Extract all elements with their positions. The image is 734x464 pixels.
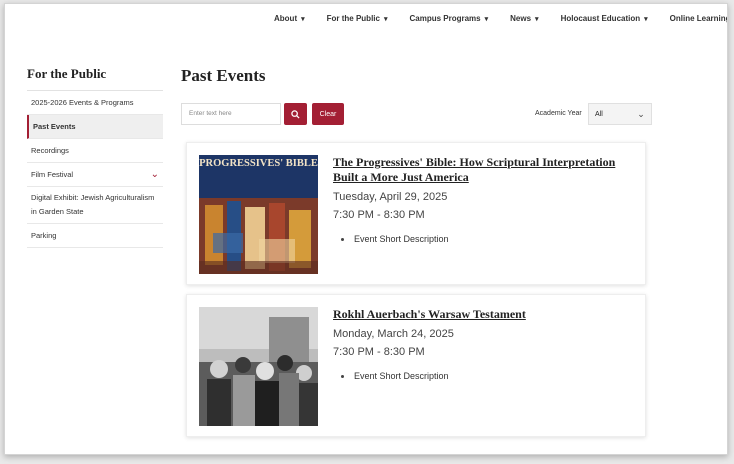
academic-year-value: All	[595, 110, 603, 118]
academic-year-label: Academic Year	[535, 110, 582, 117]
event-description: Event Short Description	[341, 234, 635, 244]
bullet-icon	[341, 374, 344, 378]
event-title-link[interactable]: The Progressives' Bible: How Scriptural …	[333, 155, 635, 185]
sidebar-item-label: Digital Exhibit: Jewish Agriculturalism …	[31, 193, 155, 216]
sidebar-item-label: Recordings	[31, 145, 69, 155]
event-time: 7:30 PM - 8:30 PM	[333, 346, 425, 358]
sidebar-item-film-festival[interactable]: Film Festival ⌄	[27, 163, 163, 187]
search-button[interactable]	[284, 103, 307, 125]
event-title-link[interactable]: Rokhl Auerbach's Warsaw Testament	[333, 307, 635, 322]
nav-campus-programs[interactable]: Campus Programs ▾	[398, 14, 499, 23]
sidebar-item-past-events[interactable]: Past Events	[27, 115, 163, 139]
event-body: Rokhl Auerbach's Warsaw Testament Monday…	[333, 307, 635, 381]
search-icon	[291, 109, 300, 119]
clear-button[interactable]: Clear	[312, 103, 344, 125]
sidebar-item-label: 2025-2026 Events & Programs	[31, 97, 134, 107]
nav-label: For the Public	[326, 14, 380, 23]
event-description-text: Event Short Description	[354, 371, 449, 381]
chevron-down-icon: ▾	[383, 15, 388, 23]
event-body: The Progressives' Bible: How Scriptural …	[333, 155, 635, 244]
sidebar-item-recordings[interactable]: Recordings	[27, 139, 163, 163]
chevron-down-icon: ▾	[301, 15, 305, 23]
nav-label: About	[274, 14, 298, 23]
sidebar-item-digital-exhibit[interactable]: Digital Exhibit: Jewish Agriculturalism …	[27, 187, 163, 224]
chevron-down-icon: ▾	[644, 15, 648, 23]
sidebar-item-parking[interactable]: Parking	[27, 224, 163, 248]
event-date: Monday, March 24, 2025	[333, 328, 454, 340]
nav-label: News	[510, 14, 532, 23]
nav-about[interactable]: About ▾	[263, 14, 316, 23]
academic-year-select[interactable]: All ⌄	[588, 103, 652, 125]
nav-holocaust-education[interactable]: Holocaust Education ▾	[550, 14, 659, 23]
chevron-down-icon: ⌄	[637, 108, 645, 119]
event-card: PROGRESSIVES' BIBLE The Progressives' Bi…	[186, 142, 646, 285]
sidebar-item-label: Parking	[31, 230, 57, 240]
event-thumbnail[interactable]: PROGRESSIVES' BIBLE	[199, 155, 318, 274]
page-title: Past Events	[181, 66, 266, 85]
chevron-down-icon: ▾	[484, 15, 489, 23]
event-card: Rokhl Auerbach's Warsaw Testament Monday…	[186, 294, 646, 437]
chevron-down-icon: ▾	[535, 15, 539, 23]
event-date: Tuesday, April 29, 2025	[333, 191, 448, 203]
event-description-text: Event Short Description	[354, 234, 449, 244]
event-time: 7:30 PM - 8:30 PM	[333, 209, 425, 221]
sidebar-item-label: Film Festival	[31, 169, 74, 179]
search-input[interactable]: Enter text here	[181, 103, 281, 125]
nav-for-the-public[interactable]: For the Public ▾	[316, 14, 399, 23]
sidebar-title: For the Public	[27, 66, 163, 91]
sidebar: For the Public 2025-2026 Events & Progra…	[27, 66, 163, 248]
sidebar-item-events-programs[interactable]: 2025-2026 Events & Programs	[27, 91, 163, 115]
sidebar-item-label: Past Events	[33, 121, 76, 131]
browser-frame: About ▾ For the Public ▾ Campus Programs ▾ …	[4, 3, 728, 455]
nav-news[interactable]: News ▾	[499, 14, 549, 23]
event-description: Event Short Description	[341, 371, 635, 381]
chevron-down-icon[interactable]: ⌄	[151, 168, 159, 182]
nav-label: Online Learning	[669, 14, 728, 23]
cover-title: PROGRESSIVES' BIBLE	[199, 158, 318, 169]
bullet-icon	[341, 237, 344, 241]
nav-online-learning[interactable]: Online Learning▾	[659, 14, 728, 23]
nav-label: Holocaust Education	[560, 14, 641, 23]
nav-label: Campus Programs	[409, 14, 481, 23]
top-navigation: About ▾ For the Public ▾ Campus Programs ▾ …	[263, 14, 728, 23]
event-thumbnail[interactable]	[199, 307, 318, 426]
